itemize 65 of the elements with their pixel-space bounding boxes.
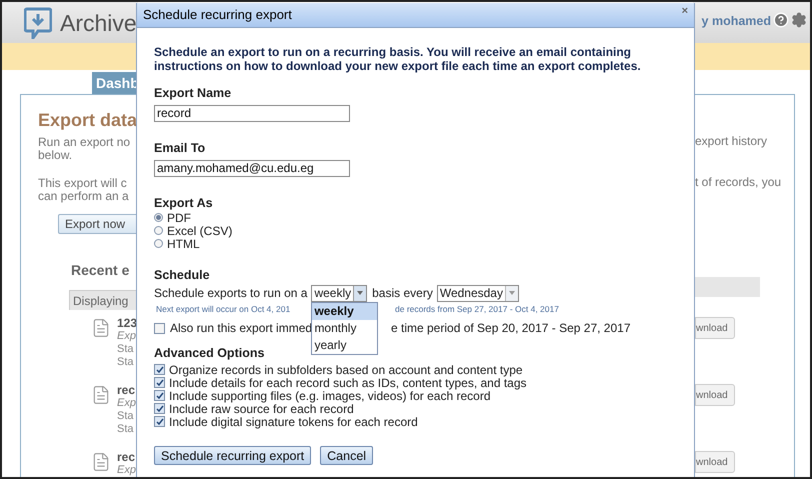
description-text: export history xyxy=(695,135,768,148)
frequency-select[interactable]: weekly xyxy=(311,284,368,302)
document-icon xyxy=(91,318,111,338)
checkbox[interactable] xyxy=(154,377,165,388)
description-text: Run an export no xyxy=(38,136,132,149)
dropdown-option[interactable]: monthly xyxy=(312,320,378,336)
record-type: Exp xyxy=(117,464,136,477)
field-label: Schedule xyxy=(154,268,211,283)
help-icon[interactable] xyxy=(773,12,789,28)
day-select[interactable]: Wednesday xyxy=(436,284,519,302)
description-text: This export will c xyxy=(38,177,128,190)
dropdown-option[interactable]: yearly xyxy=(312,336,378,354)
download-button[interactable]: wnload xyxy=(695,451,735,473)
checkbox-label: Include supporting files (e.g. images, videos) for each record xyxy=(169,388,490,404)
table-header xyxy=(693,277,760,297)
document-icon xyxy=(91,385,111,405)
record-status: Sta xyxy=(117,343,135,356)
radio-button[interactable] xyxy=(154,213,163,222)
checkbox[interactable] xyxy=(154,403,165,414)
document-icon xyxy=(91,452,111,472)
schedule-text: Schedule exports to run on a xyxy=(154,285,308,302)
record-type: Exp xyxy=(117,397,136,410)
download-button[interactable]: wnload xyxy=(695,384,735,406)
schedule-note: de records from Sep 27, 2017 - Oct 4, 2017 xyxy=(395,302,559,316)
text-field[interactable]: amany.mohamed@cu.edu.eg xyxy=(154,160,350,176)
text-field[interactable]: record xyxy=(154,104,350,122)
field-label: Export Name xyxy=(154,86,232,101)
schedule-text: basis every xyxy=(372,285,433,302)
record-name[interactable]: 123 xyxy=(117,317,138,330)
description-text: below. xyxy=(38,149,74,162)
description-text: can perform an a xyxy=(38,190,130,203)
settings-icon[interactable] xyxy=(791,12,807,28)
checkbox-label: Organize records in subfolders based on account and content type xyxy=(169,362,523,378)
close-button[interactable]: × xyxy=(682,2,688,20)
checkbox[interactable] xyxy=(154,416,165,427)
logo-icon xyxy=(24,7,52,39)
record-name[interactable]: rec xyxy=(117,451,136,464)
checkbox[interactable] xyxy=(154,364,165,375)
schedule-button[interactable]: Schedule recurring export xyxy=(154,446,312,465)
checkbox-label: Include details for each record such as IDs, content types, and tags xyxy=(169,376,527,391)
cancel-button[interactable]: Cancel xyxy=(320,446,374,465)
radio-button[interactable] xyxy=(154,226,163,235)
field-label: Advanced Options xyxy=(154,346,264,361)
record-status: Sta xyxy=(117,356,135,369)
section-title: Recent e xyxy=(71,261,130,280)
description-text: t of records, you xyxy=(695,176,782,189)
dialog-description: Schedule an export to run on a recurring basis. You will receive an email containing instructions on how to download your new export file each time an export completes. xyxy=(154,46,642,73)
record-type: Exp xyxy=(117,330,137,343)
table-header: Displaying xyxy=(69,290,138,310)
caret-icon xyxy=(508,291,515,295)
dialog-title: Schedule recurring export xyxy=(143,6,292,24)
field-label: Email To xyxy=(154,141,206,156)
caret-icon xyxy=(357,291,364,295)
radio-button[interactable] xyxy=(154,239,163,248)
page-title: Export data xyxy=(38,109,138,131)
field-label: Export As xyxy=(154,196,214,211)
logo-text: Archive xyxy=(60,12,137,34)
record-status: Sta xyxy=(117,410,135,423)
checkbox[interactable] xyxy=(154,322,165,334)
download-button[interactable]: wnload xyxy=(695,317,735,339)
checkbox-label: e time period of Sep 20, 2017 - Sep 27, 2017 xyxy=(391,320,631,337)
record-status: Sta xyxy=(117,423,135,436)
record-name[interactable]: rec xyxy=(117,384,136,397)
checkbox[interactable] xyxy=(154,390,165,401)
dropdown-option[interactable]: weekly xyxy=(312,302,378,320)
